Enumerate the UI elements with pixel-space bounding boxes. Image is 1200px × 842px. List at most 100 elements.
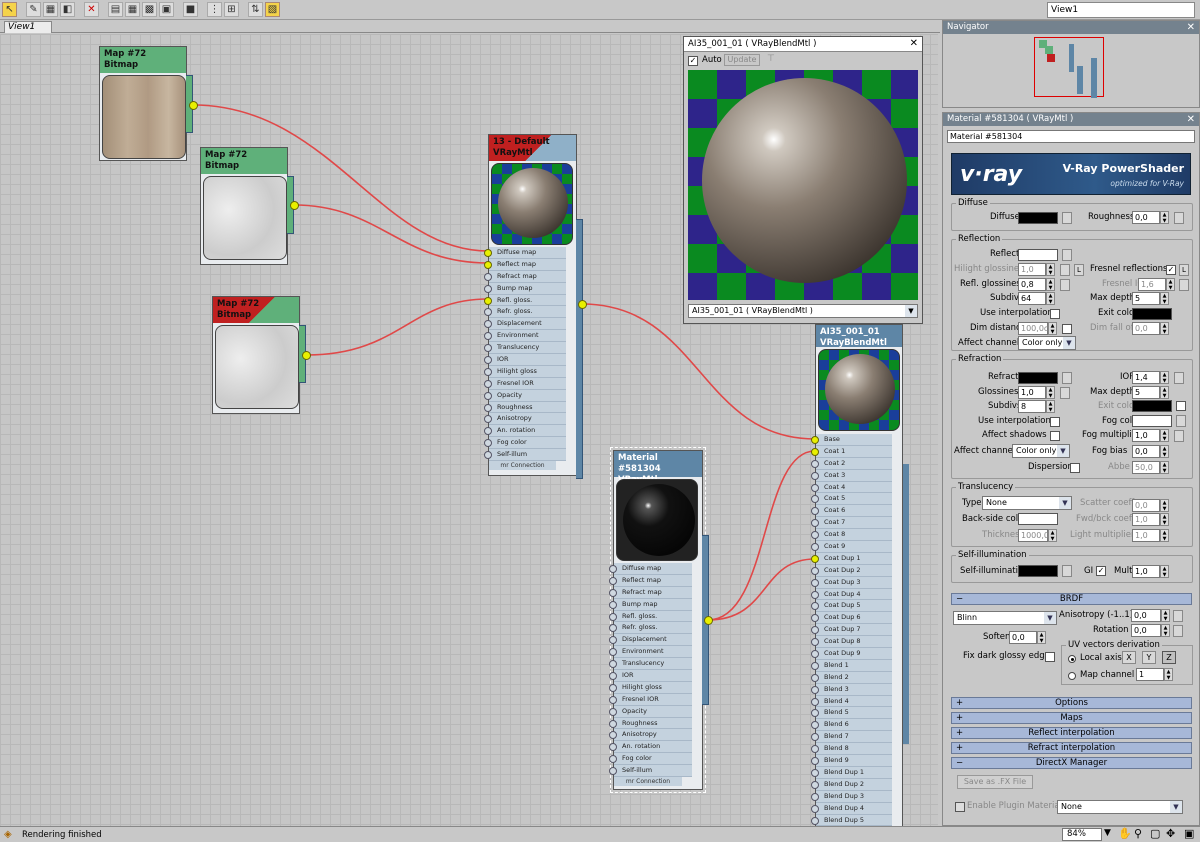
material-slot[interactable]: Coat Dup 3 (811, 576, 892, 589)
slot-input-pin[interactable] (811, 780, 819, 789)
show-icon[interactable]: ⋮ (207, 2, 222, 17)
material-slot[interactable]: Opacity (484, 389, 566, 402)
refract-color-swatch[interactable] (1018, 372, 1058, 384)
slot-input-pin[interactable] (811, 650, 819, 659)
vrayblendmtl-node[interactable]: AI35_001_01 VRayBlendMtl Base Coat 1 Coat … (811, 324, 903, 826)
slot-input-pin[interactable] (609, 600, 617, 609)
brdf-rollout[interactable]: − BRDF (951, 593, 1192, 605)
slot-input-pin[interactable] (609, 683, 617, 692)
slot-input-pin[interactable] (609, 565, 617, 573)
chevron-down-icon[interactable]: ▼ (1044, 612, 1056, 624)
soften-spinner[interactable]: ▲ ▼ (1037, 631, 1046, 644)
material-slot[interactable]: Blend Dup 2 (811, 778, 892, 791)
preview-material-select[interactable]: AI35_001_01 ( VRayBlendMtl ) ▼ (688, 304, 918, 318)
slot-input-pin[interactable] (484, 308, 492, 317)
material-slot[interactable]: Refr. gloss. (484, 306, 566, 319)
select-all-icon[interactable]: ▣ (159, 2, 174, 17)
anisotropy-map-button[interactable] (1173, 610, 1183, 622)
backside-color-swatch[interactable] (1018, 513, 1058, 525)
self-illum-mult-spinner[interactable]: ▲ ▼ (1160, 565, 1169, 578)
slot-input-pin[interactable] (484, 332, 492, 341)
slot-input-pin[interactable] (609, 636, 617, 645)
dim-distance-checkbox[interactable] (1062, 324, 1072, 334)
node-header[interactable]: Map #72 Bitmap (100, 47, 186, 73)
fresnel-ior-field[interactable]: 1,6 (1138, 278, 1166, 291)
axis-y-button[interactable]: Y (1142, 651, 1156, 664)
grid-icon[interactable]: ▩ (142, 2, 157, 17)
navigator-view-rect[interactable] (1034, 37, 1104, 98)
diffuse-color-swatch[interactable] (1018, 212, 1058, 224)
material-slot[interactable]: Fresnel IOR (609, 693, 692, 706)
material-slot[interactable]: Environment (484, 330, 566, 343)
pan-icon[interactable]: ✋ (1118, 827, 1132, 840)
slot-input-pin[interactable] (811, 816, 819, 825)
material-slot[interactable]: Bump map (609, 598, 692, 611)
pick-icon[interactable]: ◧ (60, 2, 75, 17)
enable-plugin-checkbox[interactable] (955, 802, 965, 812)
material-slot[interactable]: Coat Dup 5 (811, 600, 892, 613)
close-icon[interactable]: ✕ (1187, 113, 1195, 126)
rollout-maps[interactable]: + Maps (951, 712, 1192, 724)
refl-exit-color-swatch[interactable] (1132, 308, 1172, 320)
dim-falloff-field[interactable]: 0,0 (1132, 322, 1160, 335)
node-header[interactable]: Material #581304 VRayMtl (614, 451, 702, 485)
material-name-field[interactable]: Material #581304 (947, 130, 1195, 143)
material-slot[interactable]: Diffuse map (484, 247, 566, 259)
self-illumination-map-button[interactable] (1062, 565, 1072, 577)
save-fx-button[interactable]: Save as .FX File (957, 775, 1033, 789)
refr-subdivs-field[interactable]: 8 (1018, 400, 1046, 413)
zoom-icon[interactable]: ⚲ (1134, 827, 1142, 840)
thickness-field[interactable]: 1000,0 (1018, 529, 1049, 542)
refl-gloss-map-button[interactable] (1060, 279, 1070, 291)
slot-input-pin[interactable] (811, 554, 819, 563)
fwd-bck-coeff-field[interactable]: 1,0 (1132, 513, 1160, 526)
refr-gloss-map-button[interactable] (1060, 387, 1070, 399)
fresnel-ior-spinner[interactable]: ▲ ▼ (1166, 278, 1175, 291)
slot-input-pin[interactable] (609, 767, 617, 776)
material-slot[interactable]: Anisotropy (484, 413, 566, 426)
soften-field[interactable]: 0,0 (1009, 631, 1037, 644)
material-slot[interactable]: Hilight gloss (484, 365, 566, 378)
material-slot[interactable]: IOR (484, 354, 566, 366)
output-pin[interactable] (578, 300, 587, 309)
rollout-refract-interpolation[interactable]: + Refract interpolation (951, 742, 1192, 754)
refl-max-depth-field[interactable]: 5 (1132, 292, 1160, 305)
node-header[interactable]: AI35_001_01 VRayBlendMtl (816, 325, 902, 348)
material-slot[interactable]: Blend Dup 3 (811, 790, 892, 803)
slot-input-pin[interactable] (811, 697, 819, 706)
slot-input-pin[interactable] (811, 768, 819, 777)
material-slot[interactable]: Self-illum (484, 449, 566, 462)
material-slot[interactable]: Blend 7 (811, 731, 892, 744)
material-slot[interactable]: Blend 9 (811, 755, 892, 767)
slot-input-pin[interactable] (484, 379, 492, 388)
output-pin[interactable] (704, 616, 713, 625)
slot-input-pin[interactable] (811, 602, 819, 611)
refr-glossiness-field[interactable]: 1,0 (1018, 386, 1046, 399)
bitmap-node[interactable]: Map #72 Bitmap (99, 46, 193, 161)
material-slot[interactable]: Base (811, 434, 892, 446)
material-slot[interactable]: Refr. gloss. (609, 622, 692, 635)
self-illumination-color-swatch[interactable] (1018, 565, 1058, 577)
material-slot[interactable]: Coat Dup 2 (811, 564, 892, 577)
material-slot[interactable]: Roughness (484, 401, 566, 414)
slot-input-pin[interactable] (811, 685, 819, 694)
refl-affect-channels-select[interactable]: Color only ▼ (1018, 336, 1076, 350)
chevron-down-icon[interactable]: ▼ (1057, 445, 1069, 457)
fix-dark-glossy-checkbox[interactable] (1045, 652, 1055, 662)
slot-input-pin[interactable] (811, 531, 819, 540)
close-icon[interactable]: ✕ (910, 37, 918, 51)
hilight-spinner[interactable]: ▲ ▼ (1046, 263, 1055, 276)
bitmap-node[interactable]: Map #72 Bitmap (200, 147, 294, 265)
local-axis-radio[interactable] (1068, 655, 1076, 663)
anisotropy-spinner[interactable]: ▲ ▼ (1161, 609, 1170, 622)
material-slot[interactable]: Coat 8 (811, 529, 892, 542)
refr-exit-color-checkbox[interactable] (1176, 401, 1186, 411)
rollout-options[interactable]: + Options (951, 697, 1192, 709)
rollout-reflect-interpolation[interactable]: + Reflect interpolation (951, 727, 1192, 739)
slot-input-pin[interactable] (484, 427, 492, 436)
refl-max-depth-spinner[interactable]: ▲ ▼ (1160, 292, 1169, 305)
slot-input-pin[interactable] (811, 614, 819, 623)
slot-input-pin[interactable] (811, 804, 819, 813)
hilight-glossiness-field[interactable]: 1,0 (1018, 263, 1046, 276)
refr-subdivs-spinner[interactable]: ▲ ▼ (1046, 400, 1055, 413)
